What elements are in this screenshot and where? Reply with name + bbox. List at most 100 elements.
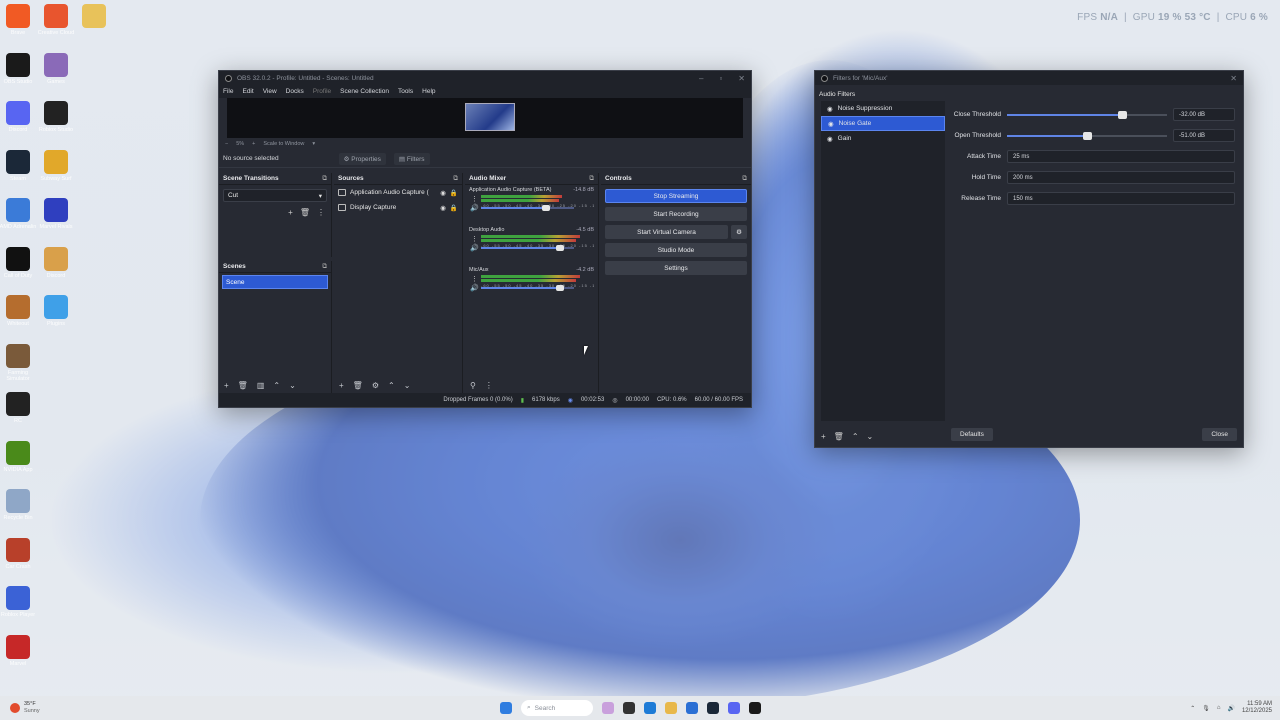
dock-undock-icon[interactable]: ⧉ — [589, 175, 594, 183]
dock-undock-icon[interactable]: ⧉ — [453, 175, 458, 183]
studio-mode-button[interactable]: Studio Mode — [605, 243, 747, 257]
desktop-icon[interactable]: Games — [34, 52, 78, 85]
discord-icon[interactable] — [728, 702, 740, 714]
stop-streaming-button[interactable]: Stop Streaming — [605, 189, 747, 203]
move-up-icon[interactable]: ⌃ — [388, 381, 395, 390]
steam-icon[interactable] — [707, 702, 719, 714]
time-spinbox[interactable]: 25 ms — [1007, 150, 1235, 163]
more-icon[interactable]: ⋮ — [471, 235, 478, 243]
eye-icon[interactable]: ◉ — [827, 105, 833, 113]
volume-icon[interactable]: 🔊 — [1227, 705, 1234, 712]
filter-icon[interactable]: ▥ — [257, 381, 265, 390]
search-box[interactable]: ⌕ Search — [521, 700, 593, 716]
virtual-camera-settings-button[interactable]: ⚙ — [731, 225, 747, 239]
settings-button[interactable]: Settings — [605, 261, 747, 275]
start-icon[interactable] — [500, 702, 512, 714]
microphone-icon[interactable]: 🎙 — [1202, 705, 1210, 712]
volume-knob[interactable] — [556, 285, 565, 291]
gear-icon[interactable]: ⚙ — [372, 381, 379, 390]
filter-item[interactable]: ◉ Noise Gate — [821, 116, 945, 131]
dock-undock-icon[interactable]: ⧉ — [322, 263, 327, 271]
desktop-icon[interactable]: Plugins — [34, 295, 78, 327]
add-icon[interactable]: + — [821, 432, 826, 441]
edge-icon[interactable] — [644, 702, 656, 714]
more-icon[interactable]: ⋮ — [317, 208, 325, 217]
eye-icon[interactable]: ◉ — [827, 135, 833, 143]
desktop-icon[interactable]: Discord — [34, 246, 78, 279]
desktop-icon[interactable]: Recycle Bin — [0, 489, 40, 521]
minimize-icon[interactable]: – — [699, 74, 703, 83]
desktop-icon[interactable]: Car Crash — [0, 537, 40, 570]
menu-item[interactable]: Scene Collection — [340, 88, 389, 95]
volume-slider[interactable]: 🔊 — [470, 285, 594, 292]
desktop-icon[interactable]: Roblox Studio — [34, 101, 78, 133]
trash-icon[interactable]: 🗑 — [238, 381, 248, 390]
obs-taskbar-icon[interactable] — [749, 702, 761, 714]
dock-undock-icon[interactable]: ⧉ — [322, 175, 327, 183]
transition-select[interactable]: Cut ▾ — [223, 189, 327, 202]
slider-knob[interactable] — [1083, 131, 1092, 140]
more-icon[interactable]: ⋮ — [471, 195, 478, 203]
add-icon[interactable]: + — [288, 208, 293, 217]
plus-icon[interactable]: + — [252, 141, 255, 147]
filter-item[interactable]: ◉ Gain — [821, 131, 945, 146]
menu-item[interactable]: Help — [422, 88, 435, 95]
trash-icon[interactable]: 🗑 — [300, 208, 310, 217]
time-spinbox[interactable]: 150 ms — [1007, 192, 1235, 205]
weather-widget[interactable]: 35°F Sunny — [10, 701, 40, 715]
defaults-button[interactable]: Defaults — [951, 428, 993, 441]
desktop-icon-folder[interactable] — [72, 4, 116, 30]
filter-item[interactable]: ◉ Noise Suppression — [821, 101, 945, 116]
move-up-icon[interactable]: ⌃ — [852, 432, 859, 441]
close-icon[interactable]: ✕ — [738, 74, 745, 83]
threshold-spinbox[interactable]: -51.00 dB — [1173, 129, 1235, 142]
more-icon[interactable]: ⋮ — [485, 381, 493, 390]
slider-knob[interactable] — [1118, 110, 1128, 119]
speaker-icon[interactable]: 🔊 — [470, 244, 479, 252]
desktop-icon[interactable]: Farming Simulator — [0, 343, 40, 382]
eye-icon[interactable]: ◉ — [440, 204, 446, 212]
dock-undock-icon[interactable]: ⧉ — [742, 175, 747, 183]
eye-icon[interactable]: ◉ — [440, 189, 446, 197]
close-button[interactable]: Close — [1202, 428, 1237, 441]
link-icon[interactable]: ⚲ — [470, 381, 476, 390]
clock[interactable]: 11:59 AM 12/12/2025 — [1242, 701, 1272, 715]
desktop-icon[interactable]: Roblox Player — [0, 586, 40, 618]
desktop-icon[interactable]: RC — [0, 392, 40, 424]
speaker-icon[interactable]: 🔊 — [470, 204, 479, 212]
start-recording-button[interactable]: Start Recording — [605, 207, 747, 221]
desktop-icon[interactable]: Subway Surf — [34, 149, 78, 182]
add-icon[interactable]: + — [339, 381, 344, 390]
store-icon[interactable] — [686, 702, 698, 714]
chevron-up-icon[interactable]: ⌃ — [1190, 705, 1195, 712]
properties-button[interactable]: ⚙ Properties — [338, 152, 386, 165]
maximize-icon[interactable]: ▫ — [719, 74, 722, 83]
scene-item[interactable]: Scene — [222, 275, 328, 289]
volume-knob[interactable] — [541, 205, 550, 211]
network-icon[interactable]: ⌂ — [1217, 705, 1221, 711]
desktop-icon[interactable]: NVIDIA App — [0, 440, 40, 473]
eye-icon[interactable]: ◉ — [828, 120, 834, 128]
source-item[interactable]: Application Audio Capture ( ◉ 🔒 — [334, 185, 462, 200]
close-icon[interactable]: ✕ — [1230, 74, 1237, 83]
source-item[interactable]: Display Capture ◉ 🔒 — [334, 200, 462, 215]
move-down-icon[interactable]: ⌄ — [867, 432, 874, 441]
threshold-slider[interactable] — [1007, 110, 1167, 119]
trash-icon[interactable]: 🗑 — [353, 381, 363, 390]
desktop-icon[interactable]: Marvel — [0, 634, 40, 667]
menu-item[interactable]: Tools — [398, 88, 413, 95]
volume-slider[interactable]: 🔊 — [470, 205, 594, 212]
move-up-icon[interactable]: ⌃ — [273, 381, 280, 390]
lock-icon[interactable]: 🔒 — [450, 204, 458, 212]
minus-icon[interactable]: − — [225, 141, 228, 147]
menu-item[interactable]: Edit — [242, 88, 253, 95]
start-virtual-camera-button[interactable]: Start Virtual Camera — [605, 225, 728, 239]
desktop-icon[interactable]: Marvel Rivals — [34, 198, 78, 230]
speaker-icon[interactable]: 🔊 — [470, 284, 479, 292]
time-spinbox[interactable]: 200 ms — [1007, 171, 1235, 184]
volume-slider[interactable]: 🔊 — [470, 245, 594, 252]
task-view-icon[interactable] — [623, 702, 635, 714]
chevron-down-icon[interactable]: ▾ — [312, 141, 315, 147]
volume-knob[interactable] — [556, 245, 565, 251]
add-icon[interactable]: + — [224, 381, 229, 390]
